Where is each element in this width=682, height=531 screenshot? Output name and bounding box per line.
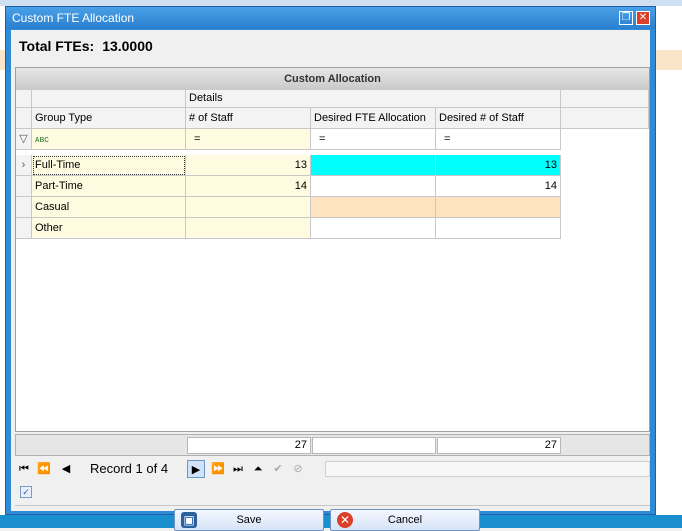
horizontal-scrollbar[interactable] xyxy=(325,461,650,477)
dialog-body: Total FTEs: 13.0000 Custom Allocation Det… xyxy=(11,30,650,531)
table-cell-staff[interactable] xyxy=(186,218,311,239)
table-cell-staff[interactable]: 13 xyxy=(186,155,311,176)
record-counter: Record 1 of 4 xyxy=(90,461,169,476)
filter-desired-fte[interactable]: = xyxy=(311,129,436,150)
close-icon[interactable]: ✕ xyxy=(636,11,650,25)
band-custom-allocation: Custom Allocation xyxy=(16,68,649,91)
dialog-window: Custom FTE Allocation ❐ ✕ Total FTEs: 13.… xyxy=(5,6,656,531)
filter-icon[interactable]: ▽ xyxy=(16,129,32,150)
title-bar[interactable]: Custom FTE Allocation ❐ ✕ xyxy=(6,7,655,29)
record-navigator: ⏮ ⏪ ◀ Record 1 of 4 ▶ ⏩ ⏭ ⏶ ✔ ⊘ xyxy=(15,458,650,480)
table-cell-desired[interactable]: 13 xyxy=(436,155,561,176)
filter-group-type[interactable]: ᴀʙᴄ xyxy=(32,129,186,150)
column-header-desired-staff[interactable]: Desired # of Staff xyxy=(436,108,561,129)
save-label: Save xyxy=(236,514,262,526)
table-cell-group[interactable]: Casual xyxy=(32,197,186,218)
row-indicator[interactable] xyxy=(16,176,32,197)
total-ftes-label: Total FTEs: xyxy=(19,38,95,54)
table-cell-group[interactable]: Part-Time xyxy=(32,176,186,197)
table-cell-desired[interactable] xyxy=(436,218,561,239)
checkbox[interactable]: ✓ xyxy=(20,486,32,498)
table-cell-fte[interactable] xyxy=(311,155,436,176)
column-header-empty xyxy=(561,108,649,129)
total-desired-cell: 27 xyxy=(437,437,561,454)
header-indicator xyxy=(16,108,32,129)
table-cell-fte[interactable] xyxy=(311,176,436,197)
row-indicator-icon[interactable]: › xyxy=(16,155,32,176)
window-title: Custom FTE Allocation xyxy=(12,11,135,25)
table-cell-fte[interactable] xyxy=(311,197,436,218)
last-page-icon[interactable]: ⏭ xyxy=(229,460,247,478)
total-staff-cell: 27 xyxy=(187,437,311,454)
band-details: Details xyxy=(186,90,561,108)
filter-desired-staff[interactable]: = xyxy=(436,129,561,150)
confirm-icon[interactable]: ✔ xyxy=(269,460,287,478)
total-ftes: Total FTEs: 13.0000 xyxy=(19,38,153,54)
restore-icon[interactable]: ❐ xyxy=(619,11,633,25)
cancel-label: Cancel xyxy=(387,514,423,526)
first-page-icon[interactable]: ⏮ xyxy=(15,460,33,478)
filter-staff[interactable]: = xyxy=(186,129,311,150)
previous-page-icon[interactable]: ⏪ xyxy=(35,460,53,478)
column-header-staff[interactable]: # of Staff xyxy=(186,108,311,129)
total-fte-cell xyxy=(312,437,436,454)
allocation-grid: Custom Allocation Details Group Type # o… xyxy=(15,67,650,432)
table-cell-fte[interactable] xyxy=(311,218,436,239)
next-page-icon[interactable]: ⏩ xyxy=(209,460,227,478)
grid-footer: 27 27 xyxy=(15,434,650,456)
column-header-desired-fte[interactable]: Desired FTE Allocation xyxy=(311,108,436,129)
row-indicator[interactable] xyxy=(16,218,32,239)
row-indicator[interactable] xyxy=(16,197,32,218)
insert-icon[interactable]: ⏶ xyxy=(249,460,267,478)
corner-cell xyxy=(16,90,32,108)
total-ftes-value: 13.0000 xyxy=(102,38,153,54)
band-empty xyxy=(561,90,649,108)
next-record-icon[interactable]: ▶ xyxy=(187,460,205,478)
table-cell-staff[interactable]: 14 xyxy=(186,176,311,197)
table-cell-desired[interactable]: 14 xyxy=(436,176,561,197)
save-icon: ▣ xyxy=(181,512,197,528)
previous-record-icon[interactable]: ◀ xyxy=(57,460,75,478)
table-cell-staff[interactable] xyxy=(186,197,311,218)
table-cell-desired[interactable] xyxy=(436,197,561,218)
table-cell-group[interactable]: Other xyxy=(32,218,186,239)
table-cell-group[interactable]: Full-Time xyxy=(32,155,186,176)
cancel-icon: ✕ xyxy=(337,512,353,528)
column-header-group-type[interactable]: Group Type xyxy=(32,108,186,129)
cancel-edit-icon[interactable]: ⊘ xyxy=(289,460,307,478)
divider xyxy=(15,505,650,506)
band-empty xyxy=(32,90,186,108)
